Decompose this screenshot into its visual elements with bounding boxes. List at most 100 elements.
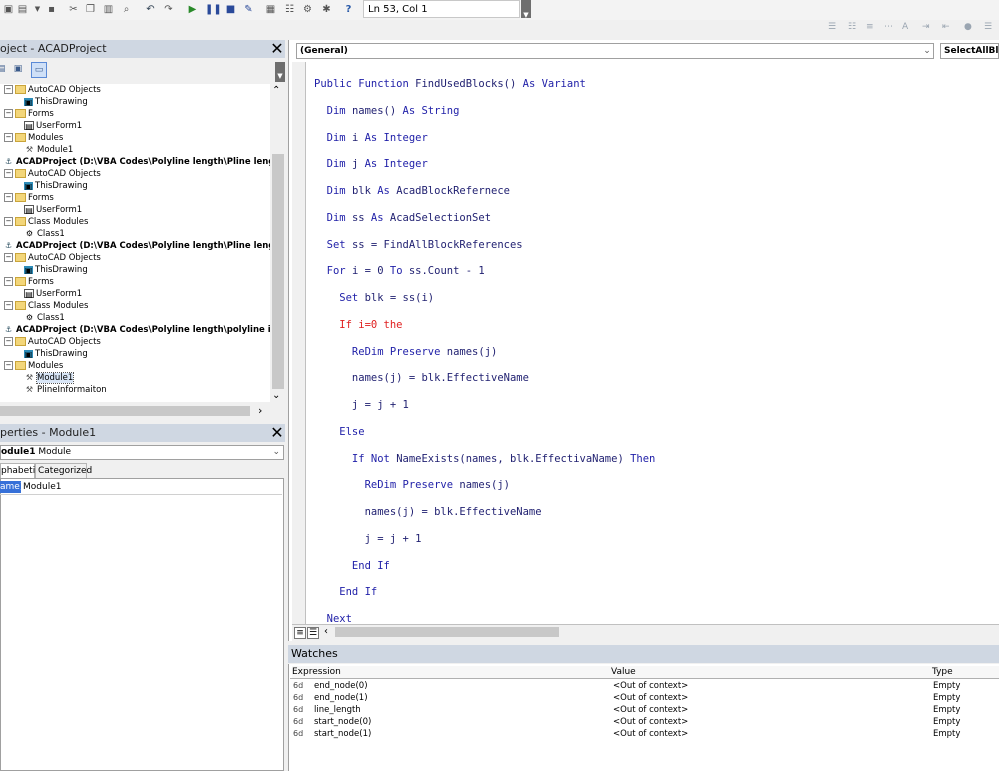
tab-categorized[interactable]: Categorized xyxy=(35,463,92,478)
collapse-icon[interactable]: − xyxy=(4,85,13,94)
watch-expression[interactable]: start_node(0) xyxy=(314,716,371,728)
save-icon[interactable]: ▪ xyxy=(45,3,58,16)
tree-item[interactable]: ⚒ PlineInformaiton xyxy=(24,384,107,396)
toolbar-overflow-icon[interactable]: ▼ xyxy=(275,62,285,82)
complete-word-icon[interactable]: A xyxy=(902,22,908,32)
margin-indicator-bar[interactable] xyxy=(292,62,306,624)
collapse-icon[interactable]: − xyxy=(4,133,13,142)
watch-expression[interactable]: start_node(1) xyxy=(314,728,371,740)
object-combo-chevron-icon[interactable]: ⌄ xyxy=(920,43,934,59)
copy-icon[interactable]: ❐ xyxy=(84,3,97,16)
tree-item[interactable]: − Modules xyxy=(4,132,63,144)
insert-icon[interactable]: ▤ xyxy=(16,3,29,16)
project-tree[interactable]: − AutoCAD Objects ▣ ThisDrawing − Forms ▤ UserF… xyxy=(0,84,270,402)
design-mode-icon[interactable]: ✎ xyxy=(242,3,255,16)
reset-icon[interactable]: ■ xyxy=(224,3,237,16)
properties-close-icon[interactable]: ✕ xyxy=(268,424,286,442)
properties-window-icon[interactable]: ☷ xyxy=(283,3,296,16)
run-icon[interactable]: ▶ xyxy=(186,3,199,16)
tree-item[interactable]: − AutoCAD Objects xyxy=(4,252,101,264)
tree-item[interactable]: − Class Modules xyxy=(4,300,88,312)
tree-item[interactable]: − Modules xyxy=(4,360,63,372)
object-browser-icon[interactable]: ⚙ xyxy=(301,3,314,16)
tree-item[interactable]: − Forms xyxy=(4,108,54,120)
watch-expression[interactable]: line_length xyxy=(314,704,361,716)
code-editor[interactable]: Public Function FindUsedBlocks() As Vari… xyxy=(306,62,999,624)
collapse-icon[interactable]: − xyxy=(4,193,13,202)
cut-icon[interactable]: ✂ xyxy=(67,3,80,16)
help-icon[interactable]: ? xyxy=(342,3,355,16)
tree-item[interactable]: ▤ UserForm1 xyxy=(24,120,82,132)
collapse-icon[interactable]: − xyxy=(4,109,13,118)
tree-item[interactable]: − AutoCAD Objects xyxy=(4,84,101,96)
tree-item[interactable]: ⚓ ACADProject (D:\VBA Codes\Polyline leng… xyxy=(3,324,270,336)
tree-horizontal-scroll-thumb[interactable] xyxy=(0,406,250,416)
redo-icon[interactable]: ↷ xyxy=(162,3,175,16)
list-properties-icon[interactable]: ☰ xyxy=(828,22,836,32)
collapse-icon[interactable]: − xyxy=(4,169,13,178)
tree-item[interactable]: − AutoCAD Objects xyxy=(4,336,101,348)
tree-item[interactable]: ⚒ Module1 xyxy=(24,372,75,384)
tree-item[interactable]: ⚒ Module1 xyxy=(24,144,73,156)
list-constants-icon[interactable]: ☷ xyxy=(848,22,856,32)
toolbar-options-icon[interactable]: ▼ xyxy=(521,0,531,19)
watch-expression[interactable]: end_node(0) xyxy=(314,680,368,692)
collapse-icon[interactable]: − xyxy=(4,253,13,262)
watch-value[interactable]: <Out of context> xyxy=(613,704,688,716)
tree-item[interactable]: ▣ ThisDrawing xyxy=(24,348,88,360)
watch-value[interactable]: <Out of context> xyxy=(613,692,688,704)
watch-expression[interactable]: end_node(1) xyxy=(314,692,368,704)
tree-item[interactable]: ▤ UserForm1 xyxy=(24,288,82,300)
view-object-button-icon[interactable]: ▣ xyxy=(11,62,25,76)
view-object-icon[interactable]: ▣ xyxy=(2,3,15,16)
insert-dropdown-icon[interactable]: ▼ xyxy=(31,3,44,16)
tree-scroll-right-icon[interactable]: › xyxy=(258,404,262,417)
property-name-value[interactable]: Module1 xyxy=(23,481,61,493)
tab-alphabetic[interactable]: phabetic xyxy=(0,463,40,479)
outdent-icon[interactable]: ⇤ xyxy=(942,22,950,32)
collapse-icon[interactable]: − xyxy=(4,301,13,310)
tree-item[interactable]: ⚙ Class1 xyxy=(24,228,65,240)
find-icon[interactable]: ⌕ xyxy=(120,3,133,16)
toggle-folders-icon[interactable]: ▭ xyxy=(31,62,47,78)
tree-item[interactable]: ⚙ Class1 xyxy=(24,312,65,324)
undo-icon[interactable]: ↶ xyxy=(144,3,157,16)
collapse-icon[interactable]: − xyxy=(4,361,13,370)
watches-header-value[interactable]: Value xyxy=(611,666,933,678)
property-name-key[interactable]: ame) xyxy=(0,481,23,493)
collapse-icon[interactable]: − xyxy=(4,277,13,286)
collapse-icon[interactable]: − xyxy=(4,337,13,346)
break-icon[interactable]: ❚❚ xyxy=(205,3,222,16)
watch-value[interactable]: <Out of context> xyxy=(613,680,688,692)
paste-icon[interactable]: ▥ xyxy=(102,3,115,16)
watches-header-expression[interactable]: Expression xyxy=(292,666,614,678)
tree-item[interactable]: ⚓ ACADProject (D:\VBA Codes\Polyline leng… xyxy=(3,156,270,168)
tree-vertical-scroll-thumb[interactable] xyxy=(272,154,284,389)
tree-item[interactable]: ▣ ThisDrawing xyxy=(24,96,88,108)
comment-block-icon[interactable]: ☰ xyxy=(984,22,992,32)
watch-value[interactable]: <Out of context> xyxy=(613,728,688,740)
watches-header-type[interactable]: Type xyxy=(932,666,999,678)
tree-item[interactable]: ▤ UserForm1 xyxy=(24,204,82,216)
indent-icon[interactable]: ⇥ xyxy=(922,22,930,32)
project-explorer-icon[interactable]: ▦ xyxy=(264,3,277,16)
toolbox-icon[interactable]: ✱ xyxy=(320,3,333,16)
tree-item[interactable]: − Forms xyxy=(4,276,54,288)
code-horizontal-scroll-thumb[interactable] xyxy=(335,627,559,637)
procedure-view-icon[interactable]: ≡ xyxy=(294,627,306,639)
full-module-view-icon[interactable]: ☰ xyxy=(307,627,319,639)
watch-value[interactable]: <Out of context> xyxy=(613,716,688,728)
tree-item[interactable]: − AutoCAD Objects xyxy=(4,168,101,180)
tree-item[interactable]: − Forms xyxy=(4,192,54,204)
tree-item[interactable]: ▣ ThisDrawing xyxy=(24,180,88,192)
tree-item[interactable]: ⚓ ACADProject (D:\VBA Codes\Polyline leng… xyxy=(3,240,270,252)
collapse-icon[interactable]: − xyxy=(4,217,13,226)
project-explorer-close-icon[interactable]: ✕ xyxy=(268,40,286,58)
tree-item[interactable]: ▣ ThisDrawing xyxy=(24,264,88,276)
object-combo[interactable]: (General) xyxy=(296,43,934,59)
tree-scroll-up-icon[interactable]: ⌃ xyxy=(272,85,280,96)
quick-info-icon[interactable]: ≡ xyxy=(866,22,874,32)
parameter-info-icon[interactable]: ⋯ xyxy=(884,22,893,32)
procedure-combo[interactable]: SelectAllBloc xyxy=(940,43,999,59)
code-scroll-left-icon[interactable]: ‹ xyxy=(321,626,331,638)
